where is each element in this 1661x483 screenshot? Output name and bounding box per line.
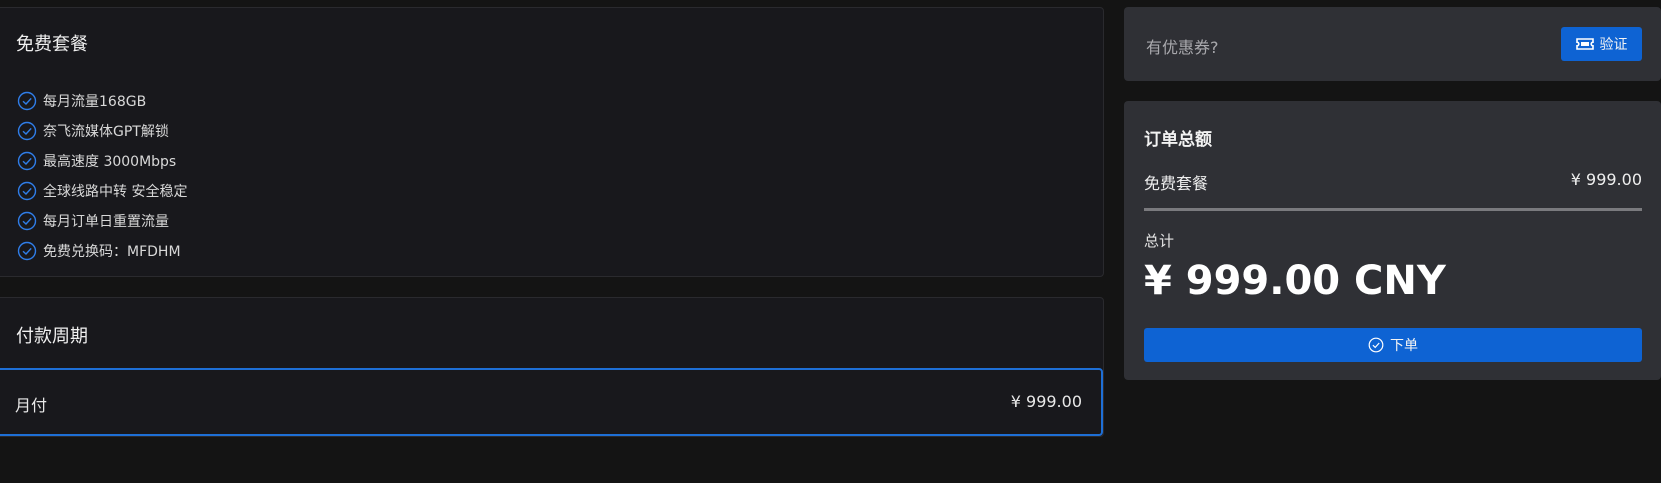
feature-item: 免费兑换码：MFDHM xyxy=(17,236,187,266)
feature-list: 每月流量168GB 奈飞流媒体GPT解锁 最高速度 3000Mbps 全球线路中… xyxy=(17,86,187,266)
billing-option-monthly[interactable]: 月付 ¥ 999.00 xyxy=(0,368,1103,436)
coupon-panel: 有优惠券? 验证 xyxy=(1124,7,1661,81)
plan-card: 免费套餐 每月流量168GB 奈飞流媒体GPT解锁 最高速度 3000Mbps … xyxy=(0,7,1104,277)
check-circle-icon xyxy=(17,211,37,231)
billing-cycle-title: 付款周期 xyxy=(16,326,88,347)
plan-title: 免费套餐 xyxy=(16,34,88,55)
feature-label: 每月流量168GB xyxy=(43,94,147,110)
feature-label: 全球线路中转 安全稳定 xyxy=(43,184,188,200)
place-order-label: 下单 xyxy=(1390,337,1418,353)
feature-label: 奈飞流媒体GPT解锁 xyxy=(43,124,169,140)
total-label: 总计 xyxy=(1144,232,1175,250)
billing-option-price: ¥ 999.00 xyxy=(1010,392,1082,411)
summary-heading: 订单总额 xyxy=(1144,130,1212,150)
check-circle-icon xyxy=(17,91,37,111)
feature-label: 免费兑换码：MFDHM xyxy=(43,244,181,260)
feature-item: 每月流量168GB xyxy=(17,86,187,116)
check-circle-icon xyxy=(17,241,37,261)
billing-option-label: 月付 xyxy=(15,396,48,415)
check-circle-icon xyxy=(1368,337,1384,353)
summary-divider xyxy=(1144,208,1642,211)
verify-button-label: 验证 xyxy=(1599,36,1628,52)
feature-item: 最高速度 3000Mbps xyxy=(17,146,187,176)
check-circle-icon xyxy=(17,121,37,141)
feature-label: 最高速度 3000Mbps xyxy=(43,154,177,170)
place-order-button[interactable]: 下单 xyxy=(1144,328,1642,362)
feature-label: 每月订单日重置流量 xyxy=(43,214,169,230)
coupon-prompt[interactable]: 有优惠券? xyxy=(1146,34,1219,58)
check-circle-icon xyxy=(17,181,37,201)
feature-item: 奈飞流媒体GPT解锁 xyxy=(17,116,187,146)
check-circle-icon xyxy=(17,151,37,171)
feature-item: 每月订单日重置流量 xyxy=(17,206,187,236)
order-summary-panel: 订单总额 免费套餐 ¥ 999.00 总计 ¥ 999.00 CNY 下单 xyxy=(1124,101,1661,380)
feature-item: 全球线路中转 安全稳定 xyxy=(17,176,187,206)
billing-cycle-card: 付款周期 月付 ¥ 999.00 xyxy=(0,297,1104,437)
ticket-icon xyxy=(1575,38,1594,50)
verify-coupon-button[interactable]: 验证 xyxy=(1561,27,1642,61)
total-amount: ¥ 999.00 CNY xyxy=(1144,258,1446,304)
summary-line-price: ¥ 999.00 xyxy=(1570,170,1642,189)
summary-line-label: 免费套餐 xyxy=(1144,174,1209,193)
